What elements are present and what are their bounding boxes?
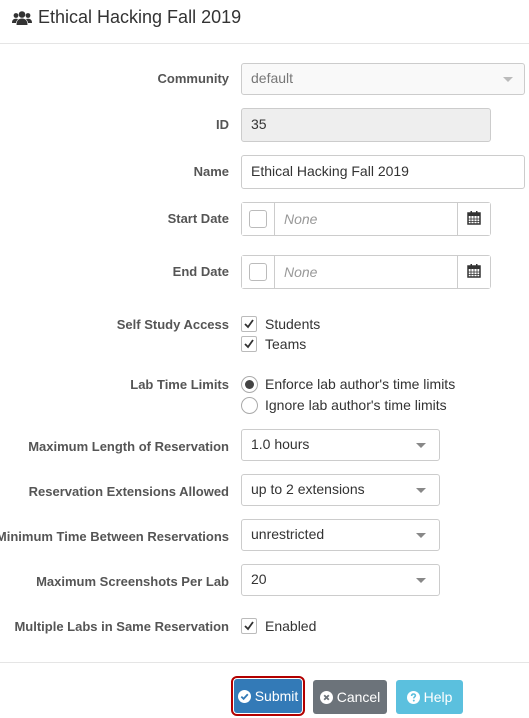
times-circle-icon xyxy=(319,690,333,704)
submit-label: Submit xyxy=(254,688,299,704)
submit-button[interactable]: Submit xyxy=(231,676,305,716)
cancel-button[interactable]: Cancel xyxy=(313,680,387,714)
start-date-group: None xyxy=(241,202,491,236)
self-study-label: Self Study Access xyxy=(116,317,229,332)
help-button[interactable]: Help xyxy=(396,680,463,714)
modal-header: Ethical Hacking Fall 2019 xyxy=(0,0,529,44)
chevron-down-icon xyxy=(416,578,426,583)
max-screenshots-value: 20 xyxy=(251,571,267,587)
start-date-enable-cell[interactable] xyxy=(242,203,275,235)
calendar-icon xyxy=(467,264,481,278)
extensions-value: up to 2 extensions xyxy=(251,481,365,497)
end-date-input[interactable]: None xyxy=(284,264,317,280)
max-length-label: Maximum Length of Reservation xyxy=(28,439,229,454)
community-label: Community xyxy=(157,71,230,86)
lab-time-limits-label: Lab Time Limits xyxy=(130,377,229,392)
end-date-calendar-button[interactable] xyxy=(457,256,490,288)
max-screenshots-select[interactable]: 20 xyxy=(241,564,440,596)
footer-divider xyxy=(0,662,529,663)
chevron-down-icon xyxy=(503,77,513,82)
start-date-input[interactable]: None xyxy=(284,211,317,227)
start-date-checkbox[interactable] xyxy=(249,210,267,228)
chevron-down-icon xyxy=(416,443,426,448)
help-label: Help xyxy=(423,689,453,705)
enforce-limits-label[interactable]: Enforce lab author's time limits xyxy=(265,376,455,392)
students-checkbox[interactable] xyxy=(241,316,257,332)
ignore-limits-label[interactable]: Ignore lab author's time limits xyxy=(265,397,447,413)
ignore-limits-radio[interactable] xyxy=(241,397,258,414)
id-field: 35 xyxy=(241,108,491,142)
max-length-value: 1.0 hours xyxy=(251,436,310,452)
question-circle-icon xyxy=(406,690,420,704)
teams-option-label[interactable]: Teams xyxy=(265,336,306,352)
min-between-select[interactable]: unrestricted xyxy=(241,519,440,551)
start-date-label: Start Date xyxy=(167,211,229,226)
end-date-label: End Date xyxy=(172,264,229,279)
extensions-label: Reservation Extensions Allowed xyxy=(28,484,229,499)
min-between-label: Minimum Time Between Reservations xyxy=(0,529,229,544)
cancel-label: Cancel xyxy=(336,689,381,705)
check-circle-icon xyxy=(237,689,251,703)
id-value: 35 xyxy=(251,116,267,132)
end-date-group: None xyxy=(241,255,491,289)
page-title: Ethical Hacking Fall 2019 xyxy=(38,7,242,27)
extensions-select[interactable]: up to 2 extensions xyxy=(241,474,440,506)
max-length-select[interactable]: 1.0 hours xyxy=(241,429,440,461)
name-input[interactable]: Ethical Hacking Fall 2019 xyxy=(241,155,525,189)
community-select[interactable]: default xyxy=(241,63,525,95)
name-label: Name xyxy=(193,164,229,179)
start-date-calendar-button[interactable] xyxy=(457,203,490,235)
enforce-limits-radio[interactable] xyxy=(241,376,258,393)
checkmark-icon xyxy=(244,339,254,349)
multiple-labs-option-label[interactable]: Enabled xyxy=(265,618,316,634)
checkmark-icon xyxy=(244,319,254,329)
community-value: default xyxy=(251,70,294,86)
multiple-labs-label: Multiple Labs in Same Reservation xyxy=(14,619,229,634)
teams-checkbox[interactable] xyxy=(241,336,257,352)
end-date-enable-cell[interactable] xyxy=(242,256,275,288)
end-date-checkbox[interactable] xyxy=(249,263,267,281)
calendar-icon xyxy=(467,211,481,225)
max-screenshots-label: Maximum Screenshots Per Lab xyxy=(36,574,229,589)
name-value: Ethical Hacking Fall 2019 xyxy=(251,163,409,179)
users-icon xyxy=(12,10,32,26)
min-between-value: unrestricted xyxy=(251,526,325,542)
chevron-down-icon xyxy=(416,488,426,493)
chevron-down-icon xyxy=(416,533,426,538)
id-label: ID xyxy=(216,117,229,132)
students-option-label[interactable]: Students xyxy=(265,316,320,332)
multiple-labs-checkbox[interactable] xyxy=(241,618,257,634)
checkmark-icon xyxy=(244,621,254,631)
